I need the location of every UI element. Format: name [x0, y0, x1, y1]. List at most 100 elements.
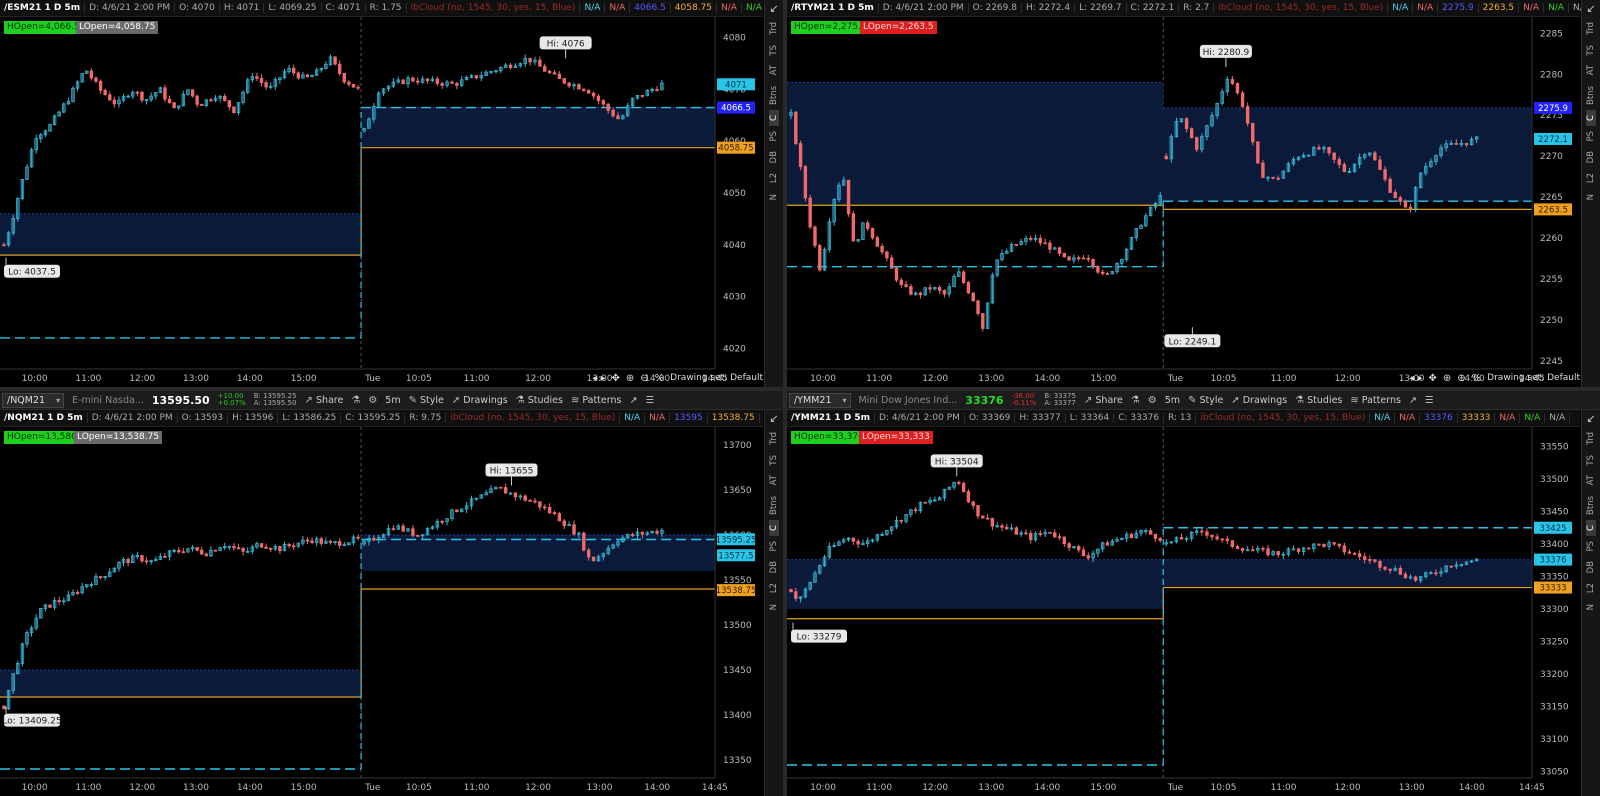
scroll-arrows-icon[interactable]: ◂ ▸ [1409, 373, 1422, 384]
side-button-db[interactable]: DB [769, 146, 779, 168]
side-button-btns[interactable]: Btns [1586, 81, 1596, 110]
menu-icon[interactable]: ☰ [645, 395, 654, 406]
price-chart[interactable]: Hi: 2280.9 Lo: 2249.1 2245 2250 2255 2260 2265… [787, 17, 1580, 387]
drawings-button[interactable]: ➚ Drawings [1231, 395, 1287, 406]
side-button-trd[interactable]: Trd [769, 17, 779, 40]
price-chart[interactable]: Hi: 13655 Lo: 13409.25 13350 13400 13450 1350… [0, 427, 763, 796]
pan-icon[interactable]: ✥ [1428, 373, 1436, 384]
patterns-button[interactable]: ≋ Patterns [1350, 395, 1401, 406]
side-button-n[interactable]: N [1586, 189, 1596, 205]
side-button-ts[interactable]: TS [769, 40, 779, 61]
price-marker: 2272.1 [1534, 132, 1572, 145]
price-chart[interactable]: Hi: 33504 Lo: 33279 33050 33100 33150 33200 33… [787, 427, 1580, 796]
side-button-trd[interactable]: Trd [1586, 427, 1596, 450]
header-na2: N/A [1413, 3, 1439, 13]
price-marker: 13538.75 [716, 584, 756, 597]
candle-day1-body [232, 545, 236, 549]
candle-day1-body [75, 592, 80, 594]
chart-panel-4[interactable]: /YMM21 Mini Dow Jones Ind... 33376 -36.00-0… [787, 391, 1600, 796]
share-button[interactable]: ↗ Share [1084, 395, 1123, 406]
expand-corner-icon[interactable]: ↙ [1586, 410, 1595, 427]
price-marker: 33333 [1534, 581, 1572, 594]
side-button-at[interactable]: AT [769, 470, 779, 490]
studies-button[interactable]: ⚗ Studies [516, 395, 563, 406]
studies-button[interactable]: ⚗ Studies [1295, 395, 1342, 406]
drawing-set-label[interactable]: Drawing set: Default [670, 373, 763, 383]
side-button-ts[interactable]: TS [769, 450, 779, 471]
zoom-in-icon[interactable]: ⊕ [1443, 373, 1451, 384]
header-na2: N/A [605, 3, 631, 13]
patterns-button-label: Patterns [582, 394, 622, 406]
pan-icon[interactable]: ✥ [611, 373, 619, 384]
symbol-selector[interactable]: /NQM21 [2, 392, 65, 408]
symbol-selector[interactable]: /YMM21 [789, 392, 851, 408]
side-button-n[interactable]: N [769, 599, 779, 615]
interval-button[interactable]: 5m [385, 395, 400, 406]
chart-panel-3[interactable]: /NQM21 E-mini Nasda... 13595.50 +10.00+0.07… [0, 391, 783, 796]
side-button-trd[interactable]: Trd [769, 427, 779, 450]
side-button-at[interactable]: AT [1586, 470, 1596, 490]
style-button[interactable]: ✎ Style [409, 395, 444, 406]
expand-corner-icon[interactable]: ↙ [769, 410, 778, 427]
drawing-set-label[interactable]: Drawing set: Default [1487, 373, 1580, 383]
time-tick: 15:00 [1090, 374, 1116, 384]
settings-button[interactable]: ⚙ [368, 395, 377, 406]
price-marker: 33376 [1534, 553, 1572, 566]
expand-corner-icon[interactable]: ↙ [769, 0, 778, 17]
side-button-db[interactable]: DB [1586, 146, 1596, 168]
candle-day2-body [1337, 543, 1341, 547]
side-button-n[interactable]: N [1586, 599, 1596, 615]
side-button-at[interactable]: AT [1586, 60, 1596, 80]
side-button-c[interactable]: C [1586, 519, 1596, 536]
side-button-db[interactable]: DB [769, 556, 779, 578]
side-button-ps[interactable]: PS [1586, 126, 1596, 147]
side-button-l2[interactable]: L2 [1586, 578, 1596, 598]
menu-icon[interactable]: ☰ [1425, 395, 1434, 406]
settings-button[interactable]: ⚙ [1148, 395, 1157, 406]
price-marker-label: 13577.5 [718, 551, 753, 561]
patterns-button[interactable]: ≋ Patterns [571, 395, 622, 406]
side-button-db[interactable]: DB [1586, 556, 1596, 578]
side-button-btns[interactable]: Btns [769, 81, 779, 110]
side-button-n[interactable]: N [769, 189, 779, 205]
zoom-out-icon[interactable]: ⊖ [640, 373, 648, 384]
side-button-at[interactable]: AT [769, 60, 779, 80]
side-button-btns[interactable]: Btns [769, 491, 779, 520]
expand-corner-icon[interactable]: ↙ [1586, 0, 1595, 17]
scroll-arrows-icon[interactable]: ◂ ▸ [592, 373, 605, 384]
side-button-c[interactable]: C [1586, 109, 1596, 126]
side-button-l2[interactable]: L2 [769, 168, 779, 188]
studies-icon: ⚗ [1295, 394, 1305, 406]
side-button-c[interactable]: C [769, 519, 779, 536]
side-button-ps[interactable]: PS [769, 126, 779, 147]
side-button-ts[interactable]: TS [1586, 450, 1596, 471]
net-change: -36.00 -0.11% [1012, 393, 1037, 407]
zoom-out-icon[interactable]: ⊖ [1457, 373, 1465, 384]
flask-button[interactable]: ⚗ [1131, 395, 1140, 406]
expand-icon[interactable]: ↗ [629, 395, 637, 406]
side-button-l2[interactable]: L2 [1586, 168, 1596, 188]
flask-button[interactable]: ⚗ [351, 395, 360, 406]
side-button-c[interactable]: C [769, 109, 779, 126]
chart-panel-2[interactable]: /RTYM21 1 D 5m D: 4/6/21 2:00 PM O: 2269.8… [787, 0, 1600, 387]
side-button-ps[interactable]: PS [1586, 536, 1596, 557]
time-tick: 12:00 [1335, 374, 1361, 384]
header-h: H: 33377 [1015, 413, 1066, 423]
side-button-btns[interactable]: Btns [1586, 491, 1596, 520]
side-button-trd[interactable]: Trd [1586, 17, 1596, 40]
chart-panel-1[interactable]: /ESM21 1 D 5m D: 4/6/21 2:00 PM O: 4070 H: … [0, 0, 783, 387]
side-button-ps[interactable]: PS [769, 536, 779, 557]
percent-icon[interactable]: % [1472, 373, 1482, 384]
share-button[interactable]: ↗ Share [305, 395, 344, 406]
side-button-ts[interactable]: TS [1586, 40, 1596, 61]
style-button[interactable]: ✎ Style [1188, 395, 1223, 406]
percent-icon[interactable]: % [655, 373, 665, 384]
drawings-button[interactable]: ➚ Drawings [452, 395, 508, 406]
zoom-in-icon[interactable]: ⊕ [626, 373, 634, 384]
expand-icon[interactable]: ↗ [1409, 395, 1417, 406]
side-button-l2[interactable]: L2 [769, 578, 779, 598]
interval-button[interactable]: 5m [1165, 395, 1180, 406]
candle-day1-body [1148, 530, 1153, 535]
price-chart[interactable]: Hi: 4076Lo: 4037.54020403040404050406040… [0, 17, 763, 387]
cloud-box-day2 [1163, 107, 1532, 202]
